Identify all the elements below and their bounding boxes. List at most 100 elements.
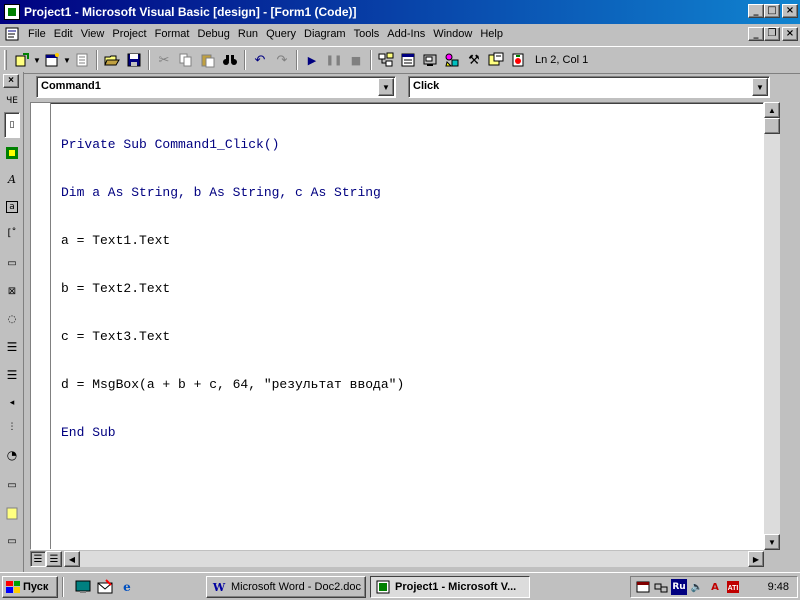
object-combo[interactable]: Command1 ▼ — [36, 76, 396, 98]
taskbar-item-project1[interactable]: Project1 - Microsoft V... — [370, 576, 530, 598]
menu-view[interactable]: View — [77, 25, 109, 43]
scheduler-icon[interactable] — [635, 579, 651, 595]
menu-debug[interactable]: Debug — [193, 25, 233, 43]
code-line[interactable]: Private Sub Command1_Click() — [61, 137, 404, 153]
add-form-dropdown-icon[interactable]: ▼ — [63, 49, 71, 71]
title-bar[interactable]: Project1 - Microsoft Visual Basic [desig… — [0, 0, 800, 24]
horizontal-scrollbar[interactable]: ◀ ▶ — [64, 551, 764, 567]
menu-tools[interactable]: Tools — [350, 25, 384, 43]
properties-window-icon[interactable] — [397, 49, 419, 71]
toolbar-grip[interactable] — [4, 50, 7, 70]
menu-query[interactable]: Query — [262, 25, 300, 43]
margin-indicator-bar[interactable] — [31, 103, 51, 549]
code-window-icon[interactable] — [4, 26, 20, 42]
code-line[interactable]: End Sub — [61, 425, 404, 441]
data-view-icon[interactable] — [485, 49, 507, 71]
add-project-dropdown-icon[interactable]: ▼ — [33, 49, 41, 71]
code-line[interactable]: c = Text3.Text — [61, 329, 404, 345]
scroll-up-icon[interactable]: ▲ — [764, 102, 780, 118]
checkbox-icon[interactable]: ▭ — [4, 254, 20, 272]
vscrollbar-icon[interactable]: ◂ — [4, 394, 20, 412]
taskbar-item-word[interactable]: W Microsoft Word - Doc2.doc — [206, 576, 366, 598]
volume-icon[interactable]: 🔈 — [689, 579, 705, 595]
maximize-button[interactable]: □ — [764, 4, 780, 18]
vb-app-icon[interactable] — [4, 4, 20, 20]
start-button[interactable]: Пуск — [2, 575, 58, 598]
component-manager-icon[interactable] — [507, 49, 529, 71]
cut-icon[interactable]: ✂ — [153, 49, 175, 71]
save-icon[interactable] — [123, 49, 145, 71]
child-minimize-button[interactable]: _ — [748, 27, 764, 41]
shape-icon[interactable]: ▭ — [4, 532, 20, 550]
paste-icon[interactable] — [197, 49, 219, 71]
open-icon[interactable] — [101, 49, 123, 71]
antivirus-icon[interactable]: A — [707, 579, 723, 595]
menu-editor-icon[interactable] — [71, 49, 93, 71]
object-combo-chevron-down-icon[interactable]: ▼ — [378, 78, 394, 96]
scroll-right-icon[interactable]: ▶ — [748, 551, 764, 567]
undo-icon[interactable]: ↶ — [249, 49, 271, 71]
scroll-down-icon[interactable]: ▼ — [764, 534, 780, 550]
show-desktop-icon[interactable] — [73, 577, 93, 597]
copy-icon[interactable] — [175, 49, 197, 71]
optionbutton-icon[interactable]: ⊠ — [4, 282, 20, 300]
filelistbox-icon[interactable] — [4, 504, 20, 522]
vertical-scrollbar[interactable]: ▲ ▼ — [764, 102, 780, 550]
outlook-express-icon[interactable] — [95, 577, 115, 597]
procedure-combo-chevron-down-icon[interactable]: ▼ — [752, 78, 768, 96]
close-button[interactable]: × — [782, 4, 798, 18]
code-text[interactable]: Private Sub Command1_Click() Dim a As St… — [61, 105, 404, 473]
code-line[interactable]: a = Text1.Text — [61, 233, 404, 249]
drivelistbox-icon[interactable]: ◔ — [4, 446, 20, 464]
menu-add-ins[interactable]: Add-Ins — [383, 25, 429, 43]
child-close-button[interactable]: × — [782, 27, 798, 41]
code-line[interactable]: d = MsgBox(a + b + c, 64, "результат вво… — [61, 377, 404, 393]
menu-file[interactable]: File — [24, 25, 50, 43]
code-line[interactable]: b = Text2.Text — [61, 281, 404, 297]
menu-edit[interactable]: Edit — [50, 25, 77, 43]
code-editor[interactable]: Private Sub Command1_Click() Dim a As St… — [30, 102, 764, 550]
ati-icon[interactable]: ATI — [725, 579, 741, 595]
procedure-combo[interactable]: Click ▼ — [408, 76, 770, 98]
menu-help[interactable]: Help — [476, 25, 507, 43]
break-icon[interactable]: ❚❚ — [323, 49, 345, 71]
form-layout-icon[interactable] — [419, 49, 441, 71]
network-icon[interactable] — [653, 579, 669, 595]
svg-text:ATI: ATI — [728, 585, 739, 592]
pointer-icon[interactable]: ЧЕ — [4, 92, 20, 110]
toolbox-close-button[interactable]: × — [3, 74, 19, 88]
vertical-scroll-thumb[interactable] — [764, 118, 780, 134]
find-icon[interactable] — [219, 49, 241, 71]
hscrollbar-icon[interactable]: ☰ — [4, 366, 20, 384]
menu-run[interactable]: Run — [234, 25, 262, 43]
menu-project[interactable]: Project — [108, 25, 150, 43]
toolbox-icon[interactable]: ⚒ — [463, 49, 485, 71]
start-icon[interactable]: ▶ — [301, 49, 323, 71]
menu-diagram[interactable]: Diagram — [300, 25, 350, 43]
picturebox-icon[interactable]: ▯ — [4, 112, 20, 138]
timer-icon[interactable]: ⋮ — [4, 418, 20, 436]
minimize-button[interactable]: _ — [748, 4, 764, 18]
child-restore-button[interactable]: ❐ — [764, 27, 780, 41]
project-explorer-icon[interactable] — [375, 49, 397, 71]
label-icon[interactable] — [4, 144, 20, 162]
frame-icon[interactable]: a — [4, 198, 20, 216]
add-project-icon[interactable] — [11, 49, 33, 71]
internet-explorer-icon[interactable]: e — [117, 577, 137, 597]
menu-format[interactable]: Format — [151, 25, 194, 43]
dirlistbox-icon[interactable]: ▭ — [4, 476, 20, 494]
add-form-icon[interactable] — [41, 49, 63, 71]
textbox-icon[interactable]: A — [4, 170, 20, 188]
listbox-icon[interactable]: ☰ — [4, 338, 20, 356]
procedure-view-icon[interactable]: ☰ — [30, 551, 46, 567]
language-indicator[interactable]: Ru — [671, 579, 687, 595]
combobox-icon[interactable]: ◌ — [4, 310, 20, 328]
end-icon[interactable]: ■ — [345, 49, 367, 71]
full-module-view-icon[interactable]: ☰ — [46, 551, 62, 567]
commandbutton-icon[interactable]: [˚ — [4, 224, 20, 242]
scroll-left-icon[interactable]: ◀ — [64, 551, 80, 567]
menu-window[interactable]: Window — [429, 25, 476, 43]
code-line[interactable]: Dim a As String, b As String, c As Strin… — [61, 185, 404, 201]
redo-icon[interactable]: ↷ — [271, 49, 293, 71]
object-browser-icon[interactable] — [441, 49, 463, 71]
